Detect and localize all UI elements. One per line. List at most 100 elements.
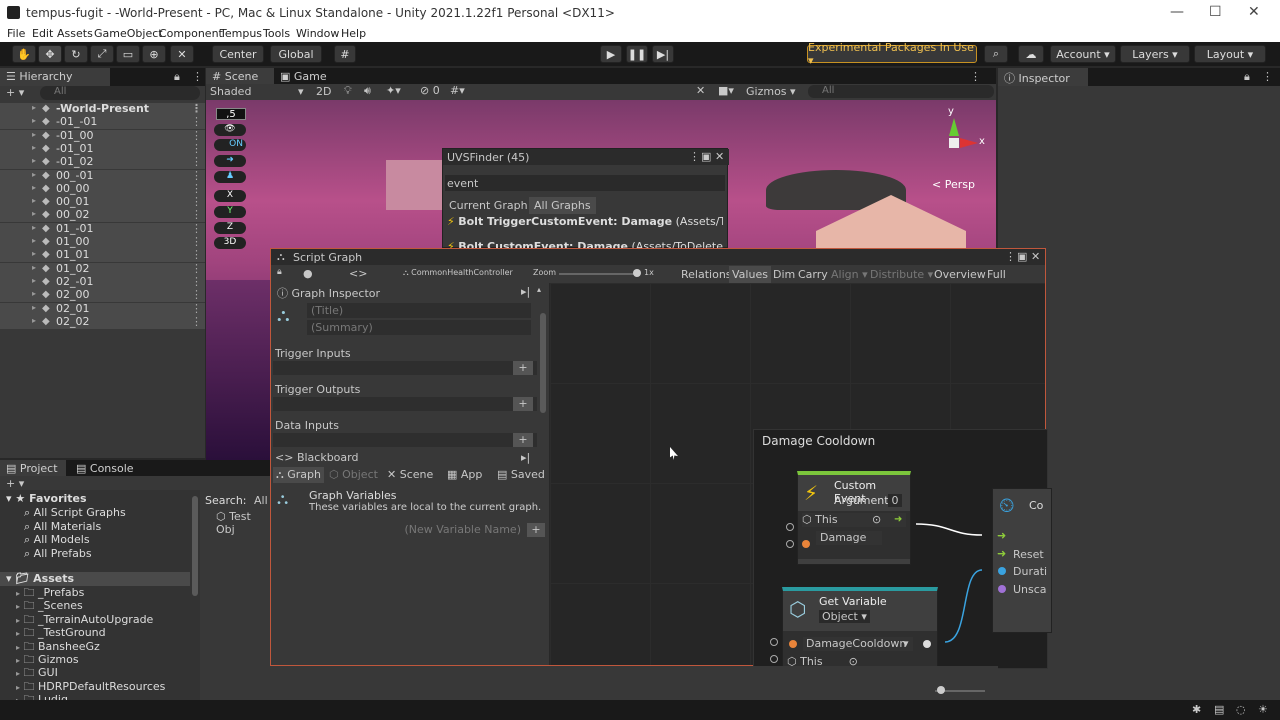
toggle-on[interactable]: ON bbox=[214, 139, 246, 151]
hierarchy-item[interactable]: ▸ ◆ -World-Present ⋮ bbox=[0, 102, 205, 116]
chevron-right-icon[interactable]: ▸ bbox=[32, 223, 36, 232]
maximize-icon[interactable]: ▣ bbox=[701, 150, 711, 163]
chevron-right-icon[interactable]: ▸ bbox=[32, 130, 36, 139]
orientation-gizmo[interactable]: y x bbox=[926, 106, 990, 170]
hierarchy-item[interactable]: ▸ ◆ 00_-01 ⋮ bbox=[0, 169, 205, 183]
zoom-slider[interactable] bbox=[559, 269, 641, 277]
hierarchy-item[interactable]: ▸ ◆ -01_-01 ⋮ bbox=[0, 115, 205, 130]
collapse-icon[interactable]: ▸| bbox=[521, 451, 530, 464]
unscaled-port[interactable] bbox=[998, 585, 1006, 593]
grid-icon[interactable]: #▾ bbox=[450, 84, 465, 97]
kebab-menu-icon[interactable]: ⋮ bbox=[191, 169, 202, 182]
hierarchy-item[interactable]: ▸ ◆ 00_01 ⋮ bbox=[0, 195, 205, 210]
add-data-input-button[interactable]: + bbox=[513, 433, 533, 447]
reset-arrow-icon[interactable]: ➜ bbox=[997, 547, 1006, 560]
grid-snap-icon[interactable]: # bbox=[334, 45, 356, 63]
cooldown-node[interactable]: ⏲ Co ➜ ➜ Reset Durati Unsca bbox=[992, 488, 1052, 633]
menu-tempus[interactable]: Tempus bbox=[220, 27, 262, 40]
experimental-packages-button[interactable]: Experimental Packages In Use ▾ bbox=[807, 41, 977, 67]
thumbnail-size-slider[interactable] bbox=[935, 686, 985, 694]
maximize-icon[interactable]: ▣ bbox=[1017, 250, 1027, 263]
hierarchy-item[interactable]: ▸ ◆ 01_02 ⋮ bbox=[0, 262, 205, 276]
hierarchy-item[interactable]: ▸ ◆ 00_02 ⋮ bbox=[0, 208, 205, 223]
menu-help[interactable]: Help bbox=[341, 27, 366, 40]
effects-icon[interactable]: ✦▾ bbox=[386, 84, 401, 97]
zoom-slider-handle[interactable] bbox=[633, 269, 641, 277]
hand-tool-icon[interactable]: ✋ bbox=[12, 45, 36, 63]
inspector-scrollbar[interactable] bbox=[540, 313, 546, 413]
chevron-right-icon[interactable]: ▸ bbox=[32, 103, 36, 112]
chevron-right-icon[interactable]: ▸ bbox=[32, 316, 36, 325]
chevron-right-icon[interactable]: ▸ bbox=[32, 289, 36, 298]
gizmo-center[interactable] bbox=[949, 138, 959, 148]
pause-button[interactable]: ❚❚ bbox=[626, 45, 648, 63]
hierarchy-search[interactable]: All bbox=[40, 86, 200, 100]
close-icon[interactable]: ✕ bbox=[1031, 250, 1040, 263]
chevron-right-icon[interactable]: ▸ bbox=[32, 170, 36, 179]
add-object-button[interactable]: + ▾ bbox=[6, 86, 24, 99]
kebab-menu-icon[interactable]: ⋮ bbox=[191, 208, 202, 221]
shading-dropdown[interactable]: Shaded ▾ bbox=[210, 85, 306, 98]
step-button[interactable]: ▶| bbox=[652, 45, 674, 63]
chevron-right-icon[interactable]: ▸ bbox=[32, 183, 36, 192]
scale-tool-icon[interactable]: ⤢ bbox=[90, 45, 114, 63]
kebab-menu-icon[interactable]: ⋮ bbox=[970, 70, 981, 83]
hierarchy-item[interactable]: ▸ ◆ 01_00 ⋮ bbox=[0, 235, 205, 249]
kebab-menu-icon[interactable]: ⋮ bbox=[191, 235, 202, 248]
maximize-button[interactable]: ☐ bbox=[1209, 4, 1222, 20]
add-asset-button[interactable]: + ▾ bbox=[6, 477, 24, 490]
add-trigger-input-button[interactable]: + bbox=[513, 361, 533, 375]
relations-button[interactable]: Relations bbox=[681, 268, 732, 281]
hierarchy-item[interactable]: ▸ ◆ -01_01 ⋮ bbox=[0, 142, 205, 156]
hierarchy-item[interactable]: ▸ ◆ 02_01 ⋮ bbox=[0, 302, 205, 316]
favorite-item[interactable]: ⌕ All Prefabs bbox=[24, 547, 92, 561]
menu-gameobject[interactable]: GameObject bbox=[94, 27, 163, 40]
code-icon[interactable]: <> bbox=[349, 267, 367, 280]
menu-assets[interactable]: Assets bbox=[57, 27, 93, 40]
status-icon[interactable]: ✱ bbox=[1192, 703, 1201, 716]
pivot-global-button[interactable]: Global bbox=[270, 45, 322, 63]
layout-dropdown[interactable]: Layout ▾ bbox=[1194, 45, 1266, 63]
hierarchy-item[interactable]: ▸ ◆ -01_02 ⋮ bbox=[0, 155, 205, 170]
flow-input-arrow[interactable]: ➜ bbox=[997, 529, 1006, 542]
chevron-right-icon[interactable]: ▸ bbox=[32, 209, 36, 218]
y-axis-cone[interactable] bbox=[949, 118, 959, 136]
close-icon[interactable]: ✕ bbox=[715, 150, 724, 163]
kebab-menu-icon[interactable]: ⋮ bbox=[191, 315, 202, 328]
kebab-menu-icon[interactable]: ⋮ bbox=[191, 115, 202, 128]
title-field[interactable]: (Title) bbox=[307, 303, 531, 318]
rotate-tool-icon[interactable]: ↻ bbox=[64, 45, 88, 63]
chevron-right-icon[interactable]: ▸ bbox=[32, 303, 36, 312]
hierarchy-item[interactable]: ▸ ◆ 02_-01 ⋮ bbox=[0, 275, 205, 289]
info-icon[interactable]: ● bbox=[303, 267, 313, 280]
tab-all-graphs[interactable]: All Graphs bbox=[529, 197, 596, 214]
chevron-right-icon[interactable]: ▸ bbox=[32, 196, 36, 205]
person-icon[interactable]: ♟ bbox=[214, 171, 246, 183]
chevron-right-icon[interactable]: ▸ bbox=[32, 276, 36, 285]
carry-button[interactable]: Carry bbox=[798, 268, 828, 281]
search-result[interactable]: ⬡ Test Obj bbox=[216, 510, 270, 536]
x-axis-cone[interactable] bbox=[960, 138, 978, 148]
kebab-menu-icon[interactable]: ⋮ bbox=[1005, 250, 1016, 263]
summary-field[interactable]: (Summary) bbox=[307, 320, 531, 335]
arrow-icon[interactable]: ➜ bbox=[214, 155, 246, 167]
scene-overlay-value[interactable]: ,5 bbox=[216, 108, 246, 120]
tab-graph[interactable]: ⛬ Graph bbox=[273, 467, 324, 483]
this-input-port[interactable] bbox=[770, 655, 778, 663]
breadcrumb[interactable]: ⛬ CommonHealthController bbox=[403, 268, 513, 278]
menu-window[interactable]: Window bbox=[296, 27, 339, 40]
move-tool-icon[interactable]: ✥ bbox=[38, 45, 62, 63]
account-dropdown[interactable]: Account ▾ bbox=[1050, 45, 1116, 63]
hierarchy-item[interactable]: ▸ ◆ -01_00 ⋮ bbox=[0, 129, 205, 143]
tab-hierarchy[interactable]: ☰ Hierarchy bbox=[0, 68, 110, 86]
tools-icon[interactable]: ✕ bbox=[696, 84, 705, 97]
duration-port[interactable] bbox=[998, 567, 1006, 575]
favorites-header[interactable]: ▾ ★ Favorites bbox=[6, 492, 87, 505]
transform-tool-icon[interactable]: ⊕ bbox=[142, 45, 166, 63]
kebab-menu-icon[interactable]: ⋮ bbox=[192, 70, 203, 83]
3d-icon[interactable]: 3D bbox=[214, 237, 246, 249]
status-icon[interactable]: ▤ bbox=[1214, 703, 1224, 716]
chevron-right-icon[interactable]: ▸ bbox=[32, 143, 36, 152]
kebab-menu-icon[interactable]: ⋮ bbox=[191, 182, 202, 195]
chevron-right-icon[interactable]: ▸ bbox=[32, 249, 36, 258]
